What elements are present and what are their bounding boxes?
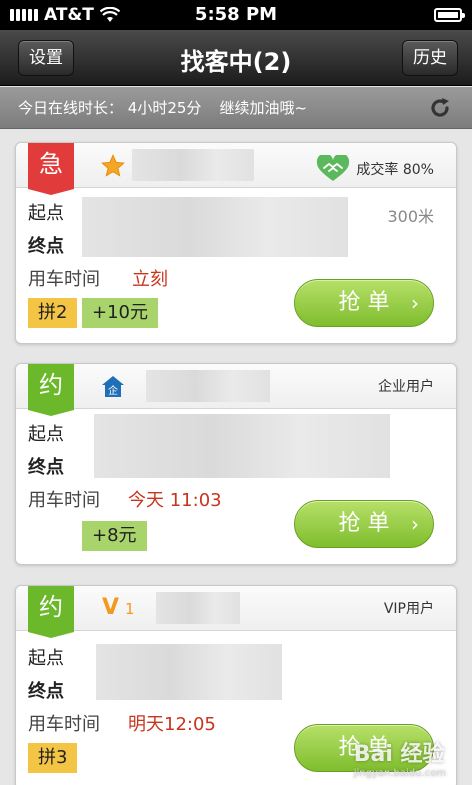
grab-order-label: 抢 单: [338, 290, 390, 315]
user-type: VIP用户: [384, 598, 434, 618]
user-type-text: 企业用户: [378, 379, 434, 395]
address-redacted: [94, 414, 390, 478]
order-card[interactable]: 约 V 1 VIP用户 起点 终点 用车时间 明天12:05 拼3 抢 单 › …: [15, 585, 457, 785]
enterprise-icon: 企: [102, 376, 124, 397]
time-value: 今天 11:03: [128, 490, 222, 511]
end-label: 终点: [28, 681, 64, 702]
grab-order-label: 抢 单: [338, 511, 390, 536]
vip-badge: V 1: [102, 595, 135, 620]
status-bar: AT&T 5:58 PM: [0, 0, 472, 30]
online-duration-value: 4小时25分: [127, 99, 202, 117]
urgent-tag: 急: [28, 143, 74, 195]
online-duration-label: 今日在线时长：: [18, 99, 124, 117]
end-label: 终点: [28, 236, 64, 257]
vip-level: 1: [125, 600, 135, 618]
start-label: 起点: [28, 648, 64, 669]
battery-icon: [434, 8, 465, 22]
clock: 5:58 PM: [194, 4, 278, 25]
time-value: 明天12:05: [128, 714, 216, 735]
cheer-text: 继续加油哦~: [219, 99, 308, 117]
grab-order-button[interactable]: 抢 单 ›: [294, 500, 434, 548]
vip-icon: V: [102, 595, 120, 620]
star-icon: [101, 154, 125, 177]
start-label: 起点: [28, 424, 64, 445]
time-label: 用车时间: [28, 269, 100, 290]
watermark: Bai 经验 jingyan.baidu.com: [354, 736, 446, 779]
svg-text:企: 企: [108, 384, 118, 397]
bonus-badge: +8元: [82, 521, 147, 551]
card-header: 约 企 企业用户: [16, 364, 456, 416]
start-label: 起点: [28, 203, 64, 224]
address-redacted: [96, 644, 282, 700]
booked-tag: 约: [28, 364, 74, 416]
user-type: 企业用户: [378, 376, 434, 396]
order-card[interactable]: 急 成交率 80% 起点 终点 300米 用车时间 立刻 拼2 +10元 抢 单…: [15, 142, 457, 344]
carpool-badge: 拼3: [28, 743, 78, 773]
card-header: 约 V 1 VIP用户: [16, 586, 456, 638]
time-label: 用车时间: [28, 490, 100, 511]
deal-rate-text: 成交率 80%: [356, 162, 434, 178]
order-card[interactable]: 约 企 企业用户 起点 终点 用车时间 今天 11:03 +8元 抢 单 ›: [15, 363, 457, 565]
chevron-right-icon: ›: [411, 512, 419, 536]
bonus-badge: +10元: [82, 298, 158, 328]
end-label: 终点: [28, 457, 64, 478]
customer-name-redacted: [156, 592, 240, 624]
carpool-badge: 拼2: [28, 298, 78, 328]
address-redacted: [82, 197, 348, 257]
customer-name-redacted: [146, 370, 270, 402]
customer-name-redacted: [132, 149, 254, 181]
user-type-text: VIP用户: [383, 601, 434, 617]
chevron-right-icon: ›: [411, 291, 419, 315]
nav-bar: 设置 找客中(2) 历史: [0, 30, 472, 86]
watermark-brand: Bai 经验: [353, 742, 445, 767]
watermark-url: jingyan.baidu.com: [353, 768, 446, 779]
online-duration-bar: 今日在线时长： 4小时25分 继续加油哦~: [0, 87, 472, 129]
time-value: 立刻: [132, 269, 168, 290]
distance: 300米: [387, 207, 434, 226]
deal-rate: 成交率 80%: [316, 155, 434, 183]
grab-order-button[interactable]: 抢 单 ›: [294, 279, 434, 327]
card-header: 急 成交率 80%: [16, 143, 456, 195]
booked-tag: 约: [28, 586, 74, 638]
refresh-icon[interactable]: [428, 96, 452, 120]
time-label: 用车时间: [28, 714, 100, 735]
history-button[interactable]: 历史: [402, 40, 458, 76]
handshake-icon: [317, 155, 350, 181]
online-duration-text: 今日在线时长： 4小时25分 继续加油哦~: [18, 97, 307, 118]
